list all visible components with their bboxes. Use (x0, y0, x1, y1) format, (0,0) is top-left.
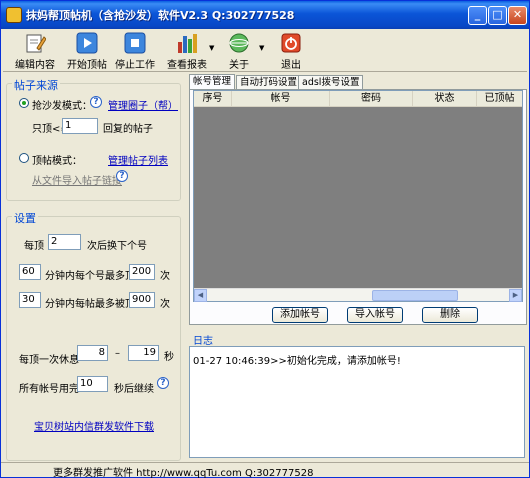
toolbar: 编辑内容 开始顶帖 停止工作 查看报表 ▼ 关于 ▼ 退出 (3, 30, 527, 72)
tab-adsl-dial[interactable]: adsl拨号设置 (298, 75, 364, 89)
col-account[interactable]: 帐号 (232, 91, 330, 107)
scroll-thumb[interactable] (372, 290, 458, 301)
all-used-input[interactable]: 10 (77, 376, 108, 392)
rest-dash: – (115, 348, 120, 359)
title-bar[interactable]: 抹妈帮顶帖机（含抢沙发）软件V2.3 Q:302777528 _ □ ✕ (1, 1, 529, 29)
add-account-button[interactable]: 添加帐号 (272, 307, 328, 323)
view-report-button[interactable]: 查看报表 (165, 32, 209, 71)
per-account-input[interactable]: 200 (129, 264, 155, 280)
all-used-suffix: 秒后继续 (114, 384, 154, 395)
exit-button[interactable]: 退出 (273, 32, 309, 71)
download-link[interactable]: 宝贝树站内信群发软件下载 (34, 418, 154, 433)
help-icon[interactable]: ? (157, 377, 169, 389)
grab-mode-label: 抢沙发模式： (32, 101, 92, 112)
rest-label: 每顶一次休息 (19, 355, 79, 366)
tab-auto-captcha[interactable]: 自动打码设置 (236, 75, 302, 89)
every-input[interactable]: 2 (48, 234, 81, 250)
per-post-input[interactable]: 900 (129, 292, 155, 308)
play-icon (76, 32, 98, 54)
grab-mode-radio[interactable] (19, 98, 29, 108)
per-post-label: 分钟内每帖最多被顶 (45, 299, 135, 310)
start-top-label: 开始顶帖 (67, 60, 107, 71)
log-line: 01-27 10:46:39>>初始化完成，请添加帐号! (193, 356, 401, 367)
app-icon (6, 7, 22, 23)
every-label: 每顶 (24, 241, 44, 252)
view-report-label: 查看报表 (167, 60, 207, 71)
window-title: 抹妈帮顶帖机（含抢沙发）软件V2.3 Q:302777528 (26, 9, 295, 22)
main-window: 抹妈帮顶帖机（含抢沙发）软件V2.3 Q:302777528 _ □ ✕ 编辑内… (0, 0, 530, 478)
import-posts-link[interactable]: 从文件导入帖子链接 (32, 172, 122, 187)
edit-content-label: 编辑内容 (15, 60, 55, 71)
minutes2-input[interactable]: 30 (19, 292, 41, 308)
stop-work-label: 停止工作 (115, 60, 155, 71)
help-icon[interactable]: ? (116, 170, 128, 182)
per-account-label: 分钟内每个号最多顶 (45, 271, 135, 282)
every-suffix: 次后换下个号 (87, 241, 147, 252)
edit-icon (26, 34, 46, 53)
col-status[interactable]: 状态 (413, 91, 477, 107)
log-label: 日志 (193, 336, 213, 347)
col-topped[interactable]: 已顶帖 (477, 91, 522, 107)
minimize-button[interactable]: _ (468, 6, 487, 25)
about-label: 关于 (229, 60, 249, 71)
minutes1-input[interactable]: 60 (19, 264, 41, 280)
times-label-1: 次 (160, 271, 170, 282)
manage-circles-link[interactable]: 管理圈子（帮） (108, 97, 178, 112)
status-bar: 更多群发推广软件 http://www.qqTu.com Q:302777528 (1, 462, 529, 478)
times-label-2: 次 (160, 299, 170, 310)
delete-button[interactable]: 删除 (422, 307, 478, 323)
col-index[interactable]: 序号 (194, 91, 232, 107)
scroll-right-icon[interactable]: ▶ (509, 289, 522, 302)
manage-posts-link[interactable]: 管理帖子列表 (108, 152, 168, 167)
rest-unit: 秒 (164, 352, 174, 363)
log-area[interactable]: 01-27 10:46:39>>初始化完成，请添加帐号! (189, 346, 525, 458)
table-header: 序号 帐号 密码 状态 已顶帖 (194, 91, 522, 107)
source-panel-title: 帖子来源 (12, 77, 60, 93)
horizontal-scrollbar[interactable]: ◀ ▶ (194, 288, 522, 302)
only-top-input[interactable]: 1 (62, 118, 98, 134)
all-used-label: 所有帐号用完 (19, 384, 79, 395)
only-top-suffix: 回复的帖子 (103, 124, 153, 135)
tab-account-management[interactable]: 帐号管理 (189, 74, 236, 90)
close-button[interactable]: ✕ (508, 6, 527, 25)
top-mode-radio[interactable] (19, 153, 29, 163)
exit-label: 退出 (281, 60, 301, 71)
rest-max-input[interactable]: 19 (128, 345, 159, 361)
col-password[interactable]: 密码 (330, 91, 413, 107)
maximize-button[interactable]: □ (488, 6, 507, 25)
exit-icon (281, 33, 301, 53)
about-button[interactable]: 关于 (219, 32, 259, 71)
status-text: 更多群发推广软件 http://www.qqTu.com Q:302777528 (53, 468, 314, 478)
about-icon (229, 33, 249, 53)
report-icon (178, 34, 197, 53)
report-dropdown-arrow[interactable]: ▼ (209, 44, 214, 52)
top-mode-label: 顶帖模式： (32, 156, 82, 167)
edit-content-button[interactable]: 编辑内容 (13, 32, 57, 71)
about-dropdown-arrow[interactable]: ▼ (259, 44, 264, 52)
scroll-left-icon[interactable]: ◀ (194, 289, 207, 302)
settings-panel-title: 设置 (12, 210, 38, 226)
stop-icon (124, 32, 146, 54)
import-account-button[interactable]: 导入帐号 (347, 307, 403, 323)
stop-work-button[interactable]: 停止工作 (113, 32, 157, 71)
rest-min-input[interactable]: 8 (77, 345, 108, 361)
account-table[interactable]: 序号 帐号 密码 状态 已顶帖 ◀ ▶ (193, 90, 523, 302)
help-icon[interactable]: ? (90, 96, 102, 108)
start-top-button[interactable]: 开始顶帖 (65, 32, 109, 71)
